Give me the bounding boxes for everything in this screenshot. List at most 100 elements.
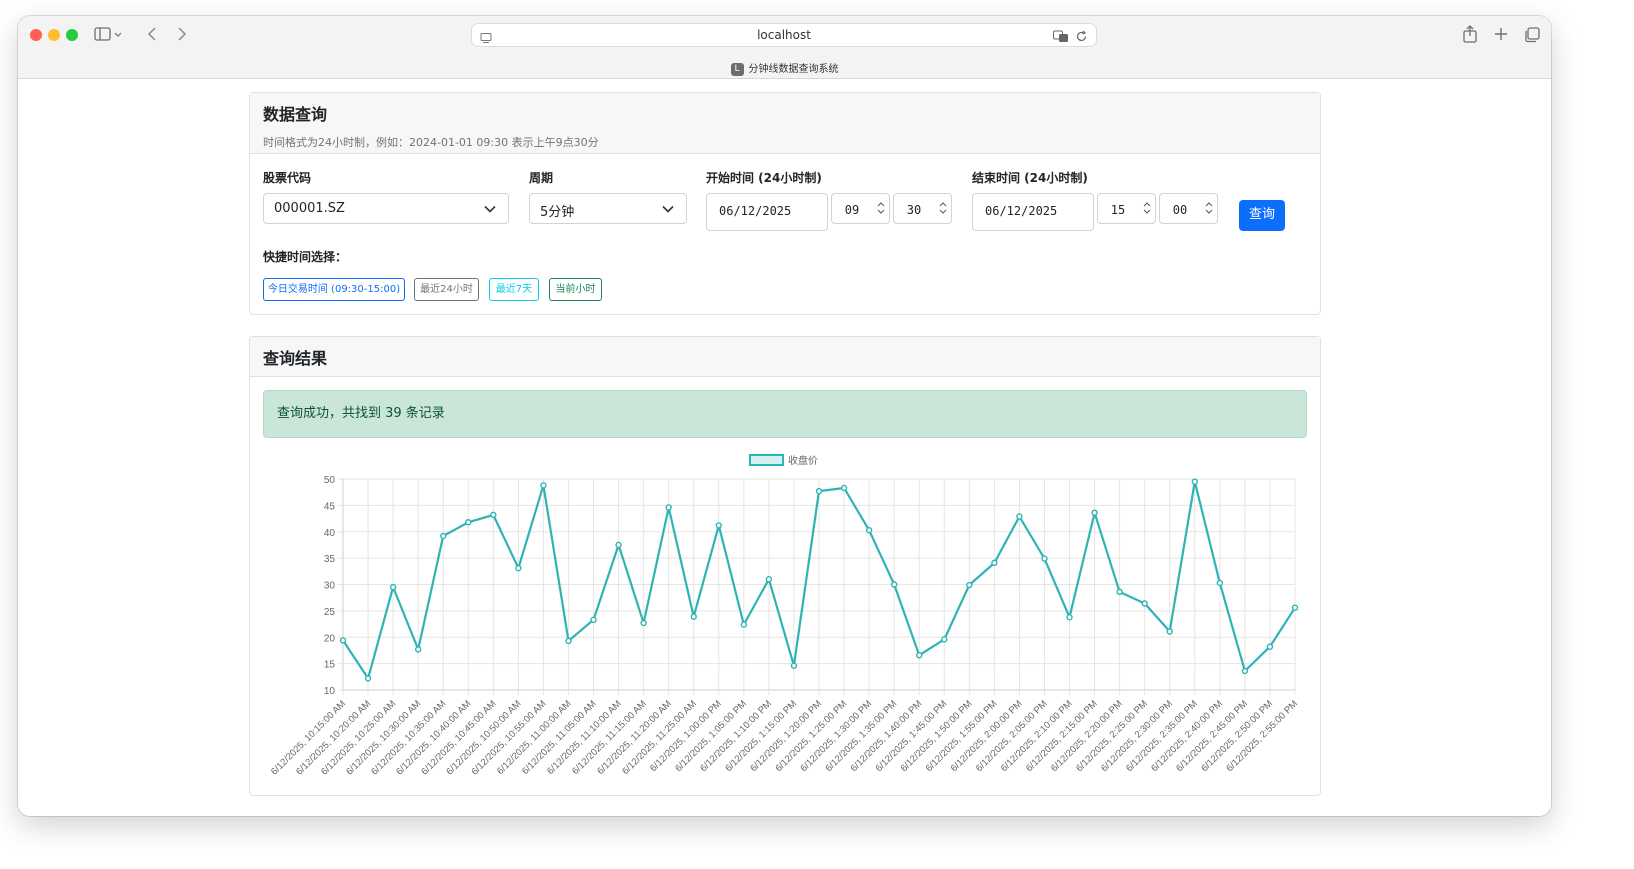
y-tick-label: 30 <box>324 581 336 592</box>
close-price-data-point <box>815 487 823 495</box>
browser-titlebar: localhost L 分钟线数据查询系统 <box>18 16 1551 79</box>
new-tab-icon[interactable] <box>1493 23 1509 45</box>
close-price-data-point <box>615 541 622 549</box>
result-card: 查询结果 查询成功，共找到 39 条记录 10 15 20 25 30 35 40 45 50 6… <box>249 336 1321 796</box>
period-value: 5分钟 <box>540 205 575 220</box>
close-price-data-point <box>565 637 572 645</box>
result-card-title: 查询结果 <box>263 349 328 368</box>
stepper-arrows-icon[interactable] <box>877 201 885 215</box>
close-window-button[interactable] <box>30 29 42 41</box>
y-tick-label: 40 <box>324 528 336 539</box>
y-tick-label: 45 <box>324 501 336 512</box>
close-price-data-point <box>515 564 522 572</box>
stock-code-value: 000001.SZ <box>274 201 345 216</box>
end-minute-value: 00 <box>1172 203 1188 217</box>
active-tab[interactable]: L 分钟线数据查询系统 <box>18 60 1551 76</box>
query-button[interactable]: 查询 <box>1239 200 1285 231</box>
close-price-data-point <box>966 581 973 589</box>
success-alert: 查询成功，共找到 39 条记录 <box>263 390 1307 438</box>
tab-favicon: L <box>730 62 744 76</box>
close-price-data-point <box>364 675 372 682</box>
close-price-data-point <box>540 482 547 489</box>
quick-time-button[interactable]: 最近24小时 <box>414 278 479 301</box>
stock-code-label: 股票代码 <box>263 171 312 185</box>
sidebar-toggle-icon[interactable] <box>94 23 122 45</box>
query-card-header: 数据查询 时间格式为24小时制，例如：2024-01-01 09:30 表示上午… <box>250 93 1320 154</box>
close-price-data-point <box>991 559 998 567</box>
minimize-window-button[interactable] <box>48 29 60 41</box>
end-date-value: 06/12/2025 <box>985 204 1058 218</box>
time-format-hint: 时间格式为24小时制，例如：2024-01-01 09:30 表示上午9点30分 <box>263 136 599 149</box>
y-tick-label: 50 <box>324 475 336 486</box>
start-minute-stepper[interactable]: 30 <box>893 193 952 224</box>
close-price-data-point <box>1141 600 1148 607</box>
close-price-data-point <box>1016 513 1023 520</box>
share-icon[interactable] <box>1462 23 1478 45</box>
translate-icon[interactable] <box>1053 28 1069 47</box>
quick-time-button[interactable]: 今日交易时间 (09:30-15:00) <box>263 278 405 301</box>
result-card-header: 查询结果 <box>250 337 1320 377</box>
close-price-data-point <box>715 522 722 529</box>
chevron-down-icon <box>662 203 674 218</box>
close-price-data-point <box>890 581 898 588</box>
query-card: 数据查询 时间格式为24小时制，例如：2024-01-01 09:30 表示上午… <box>249 92 1321 315</box>
legend-label: 收盘价 <box>788 454 818 467</box>
start-time-label: 开始时间 (24小时制) <box>706 171 822 185</box>
quick-time-button[interactable]: 当前小时 <box>549 278 602 301</box>
close-price-data-point <box>916 651 923 659</box>
start-date-value: 06/12/2025 <box>719 204 792 218</box>
close-price-data-point <box>339 637 347 644</box>
close-price-data-point <box>1216 579 1224 587</box>
close-price-data-point <box>440 532 447 540</box>
chevron-down-icon <box>484 203 496 218</box>
close-price-data-point <box>640 619 647 627</box>
page-content: 数据查询 时间格式为24小时制，例如：2024-01-01 09:30 表示上午… <box>18 79 1551 816</box>
stepper-arrows-icon[interactable] <box>939 201 947 215</box>
start-date-input[interactable]: 06/12/2025 <box>706 193 828 231</box>
close-price-data-point <box>1191 478 1198 485</box>
back-arrow-icon[interactable] <box>146 23 160 45</box>
close-price-data-point <box>590 616 597 624</box>
address-bar[interactable]: localhost <box>471 23 1097 47</box>
y-tick-label: 20 <box>324 633 336 644</box>
end-time-label: 结束时间 (24小时制) <box>972 171 1088 185</box>
close-price-data-point <box>1241 667 1249 675</box>
zoom-window-button[interactable] <box>66 29 78 41</box>
browser-window: localhost L 分钟线数据查询系统 数据查询 时间格式为24小时制，例如… <box>18 16 1551 816</box>
close-price-data-point <box>765 576 773 583</box>
tab-overview-icon[interactable] <box>1523 23 1541 45</box>
end-hour-stepper[interactable]: 15 <box>1097 193 1156 224</box>
forward-arrow-icon[interactable] <box>175 23 189 45</box>
start-minute-value: 30 <box>906 203 922 217</box>
period-select[interactable]: 5分钟 <box>529 193 687 224</box>
end-minute-stepper[interactable]: 00 <box>1159 193 1218 224</box>
close-price-data-point <box>740 621 748 628</box>
stock-code-select[interactable]: 000001.SZ <box>263 193 509 224</box>
period-label: 周期 <box>529 171 554 185</box>
reload-icon[interactable] <box>1075 28 1088 47</box>
close-price-data-point <box>389 583 397 591</box>
close-price-data-point <box>865 526 873 534</box>
y-tick-label: 15 <box>324 660 336 671</box>
close-price-data-point <box>1091 509 1098 516</box>
close-price-data-point <box>1266 643 1274 650</box>
close-price-data-point <box>490 511 497 519</box>
close-price-data-point <box>665 504 672 511</box>
tab-title: 分钟线数据查询系统 <box>748 64 839 75</box>
close-price-data-point <box>941 636 948 643</box>
start-hour-stepper[interactable]: 09 <box>831 193 890 224</box>
y-tick-label: 10 <box>324 686 336 697</box>
close-price-data-point <box>1066 614 1073 621</box>
close-price-line-chart: 1015202530354045506/12/2025, 10:15:00 AM… <box>269 454 1300 777</box>
stepper-arrows-icon[interactable] <box>1205 201 1213 215</box>
close-price-data-point <box>690 613 697 620</box>
close-price-data-point <box>1041 555 1048 562</box>
stepper-arrows-icon[interactable] <box>1143 201 1151 215</box>
quick-time-button[interactable]: 最近7天 <box>489 278 539 301</box>
close-price-data-point <box>414 646 422 653</box>
close-price-data-point <box>790 662 798 669</box>
end-date-input[interactable]: 06/12/2025 <box>972 193 1094 231</box>
close-price-data-point <box>1166 628 1173 635</box>
end-hour-value: 15 <box>1110 203 1126 217</box>
quick-time-label: 快捷时间选择： <box>263 250 348 264</box>
